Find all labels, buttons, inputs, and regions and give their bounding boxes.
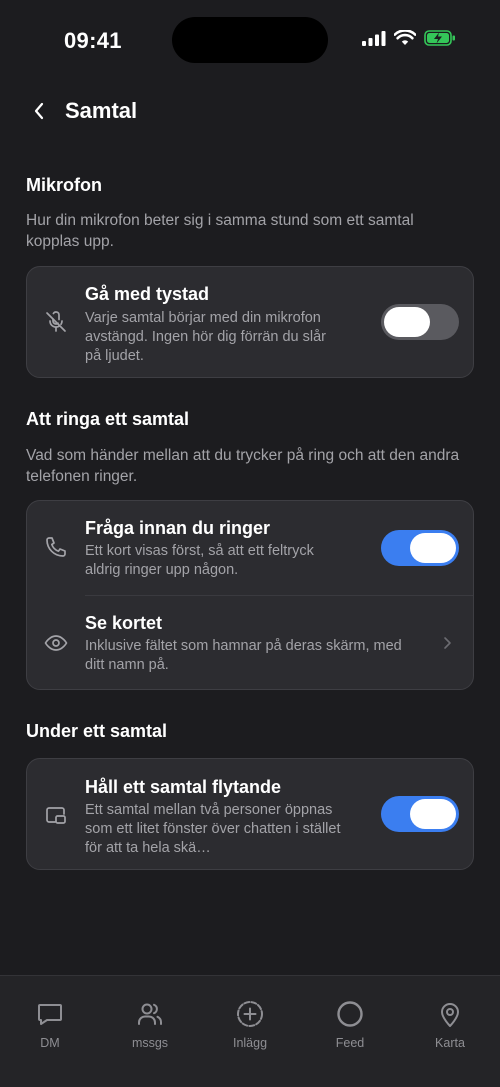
row-subtitle: Ett kort visas först, så att ett feltryc… bbox=[85, 543, 314, 578]
dynamic-island bbox=[172, 17, 328, 63]
section-description-mikrofon: Hur din mikrofon beter sig i samma stund… bbox=[26, 212, 414, 250]
row-title: Se kortet bbox=[85, 613, 163, 633]
card-mikrofon: Gå med tystad Varje samtal börjar med di… bbox=[26, 266, 474, 378]
chevron-right-icon bbox=[444, 637, 451, 649]
row-title: Håll ett samtal flytande bbox=[85, 777, 282, 797]
section-title-under-ett-samtal: Under ett samtal bbox=[26, 721, 168, 741]
tab-feed[interactable]: Feed bbox=[310, 1000, 390, 1050]
header: Samtal bbox=[0, 92, 500, 132]
row-subtitle: Inklusive fältet som hamnar på deras skä… bbox=[85, 638, 402, 673]
section-title-att-ringa: Att ringa ett samtal bbox=[26, 409, 190, 429]
row-title: Fråga innan du ringer bbox=[85, 518, 271, 538]
people-icon bbox=[136, 1000, 164, 1028]
circle-icon bbox=[336, 1000, 364, 1028]
eye-icon bbox=[43, 630, 69, 656]
row-subtitle: Varje samtal börjar med din mikrofon avs… bbox=[85, 310, 327, 364]
floating-call-toggle[interactable] bbox=[381, 796, 459, 832]
plus-circle-icon bbox=[236, 1000, 264, 1028]
tab-inlagg[interactable]: Inlägg bbox=[210, 1000, 290, 1050]
back-button[interactable] bbox=[26, 98, 52, 124]
tab-karta[interactable]: Karta bbox=[410, 1000, 490, 1050]
battery-charging-icon bbox=[424, 30, 455, 46]
chevron-left-icon bbox=[34, 102, 44, 120]
cellular-signal-icon bbox=[362, 31, 386, 46]
wifi-icon bbox=[394, 30, 416, 45]
tab-bar: DM mssgs Inlägg Feed Karta bbox=[0, 975, 500, 1087]
card-under-ett-samtal: Håll ett samtal flytande Ett samtal mell… bbox=[26, 758, 474, 870]
mic-off-icon bbox=[43, 309, 69, 335]
ask-before-calling-toggle[interactable] bbox=[381, 530, 459, 566]
tab-label: Inlägg bbox=[232, 1036, 268, 1050]
map-pin-icon bbox=[436, 1000, 464, 1028]
row-title: Gå med tystad bbox=[85, 284, 210, 304]
tab-label: Karta bbox=[435, 1036, 465, 1050]
mute-on-join-toggle[interactable] bbox=[381, 304, 459, 340]
row-subtitle: Ett samtal mellan två personer öppnas so… bbox=[85, 802, 341, 856]
status-icons bbox=[362, 30, 456, 46]
row-see-card[interactable]: Se kortet Inklusive fältet som hamnar på… bbox=[27, 596, 473, 691]
page-title: Samtal bbox=[65, 98, 138, 123]
row-mute-on-join[interactable]: Gå med tystad Varje samtal börjar med di… bbox=[27, 267, 473, 377]
tab-label: mssgs bbox=[131, 1036, 169, 1050]
status-bar: 09:41 bbox=[0, 0, 500, 82]
toggle-knob bbox=[410, 799, 456, 829]
section-title-mikrofon: Mikrofon bbox=[26, 175, 102, 195]
card-att-ringa: Fråga innan du ringer Ett kort visas för… bbox=[26, 500, 474, 690]
tab-label: DM bbox=[40, 1036, 60, 1050]
tab-label: Feed bbox=[335, 1036, 365, 1050]
tab-dm[interactable]: DM bbox=[10, 1000, 90, 1050]
toggle-knob bbox=[384, 307, 430, 337]
section-description-att-ringa: Vad som händer mellan att du trycker på … bbox=[26, 447, 460, 485]
phone-icon bbox=[43, 534, 69, 560]
row-ask-before-calling[interactable]: Fråga innan du ringer Ett kort visas för… bbox=[27, 501, 473, 596]
tab-mssgs[interactable]: mssgs bbox=[110, 1000, 190, 1050]
picture-in-picture-icon bbox=[43, 802, 69, 828]
chat-bubble-icon bbox=[36, 1000, 64, 1028]
toggle-knob bbox=[410, 533, 456, 563]
row-floating-call[interactable]: Håll ett samtal flytande Ett samtal mell… bbox=[27, 759, 473, 869]
status-time: 09:41 bbox=[64, 28, 122, 53]
